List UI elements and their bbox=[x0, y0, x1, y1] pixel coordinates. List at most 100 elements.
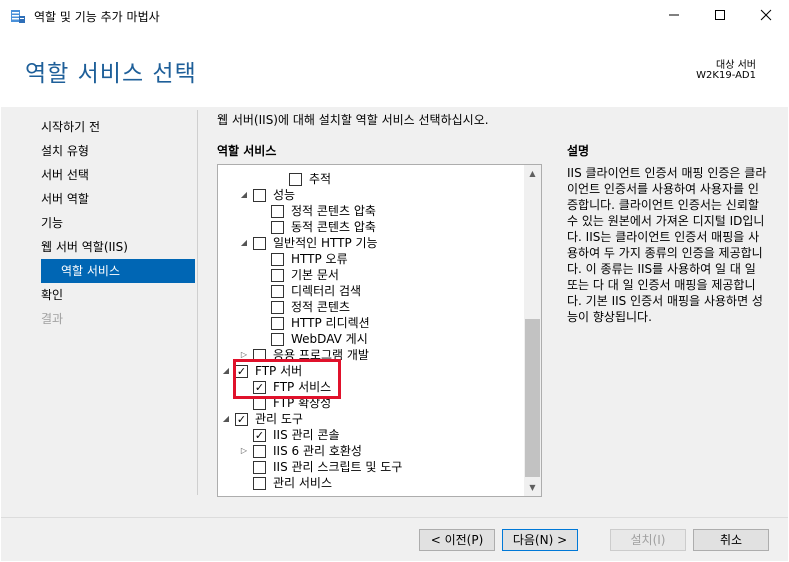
tree-item-label: 추적 bbox=[309, 172, 332, 186]
tree-item[interactable]: ◢ ✓ 관리 도구 bbox=[218, 411, 518, 427]
tree-item-label: 정적 콘텐츠 압축 bbox=[291, 204, 376, 218]
checkbox[interactable] bbox=[253, 461, 266, 474]
expanded-arrow-icon[interactable]: ◢ bbox=[221, 411, 231, 427]
scroll-thumb[interactable] bbox=[525, 319, 540, 477]
nav-item[interactable]: 시작하기 전 bbox=[41, 115, 195, 139]
tree-item[interactable]: 동적 콘텐츠 압축 bbox=[218, 219, 518, 235]
tree-item-label: 성능 bbox=[273, 188, 296, 202]
nav-item[interactable]: 기능 bbox=[41, 211, 195, 235]
maximize-icon bbox=[714, 9, 726, 24]
tree-item[interactable]: HTTP 오류 bbox=[218, 251, 518, 267]
close-button[interactable] bbox=[743, 0, 789, 32]
tree-item[interactable]: ▷ 응용 프로그램 개발 bbox=[218, 347, 518, 363]
collapsed-arrow-icon[interactable]: ▷ bbox=[239, 347, 249, 363]
checkbox[interactable] bbox=[253, 477, 266, 490]
window-title: 역할 및 기능 추가 마법사 bbox=[34, 10, 160, 24]
tree-item-label: WebDAV 게시 bbox=[291, 332, 368, 346]
tree-item-label: HTTP 오류 bbox=[291, 252, 348, 266]
tree-item[interactable]: ✓ FTP 서비스 bbox=[218, 379, 518, 395]
tree-item[interactable]: ▷ IIS 6 관리 호환성 bbox=[218, 443, 518, 459]
title-bar: 역할 및 기능 추가 마법사 bbox=[0, 0, 789, 32]
checkbox[interactable] bbox=[271, 253, 284, 266]
scroll-up-icon[interactable]: ▲ bbox=[524, 165, 541, 182]
checkbox[interactable] bbox=[271, 333, 284, 346]
tree-item-label: 응용 프로그램 개발 bbox=[273, 348, 369, 362]
tree-item-label: FTP 서버 bbox=[255, 364, 303, 378]
checkbox[interactable] bbox=[253, 237, 266, 250]
tree-scrollbar[interactable]: ▲ ▼ bbox=[524, 165, 541, 496]
next-button[interactable]: 다음(N) > bbox=[502, 529, 578, 551]
tree-item-label: 관리 서비스 bbox=[273, 476, 333, 490]
checkbox[interactable] bbox=[271, 301, 284, 314]
destination-server-label: 대상 서버 bbox=[716, 60, 756, 71]
tree-item[interactable]: 디렉터리 검색 bbox=[218, 283, 518, 299]
destination-server-name: W2K19-AD1 bbox=[696, 70, 756, 81]
tree-item[interactable]: WebDAV 게시 bbox=[218, 331, 518, 347]
checkbox[interactable] bbox=[271, 285, 284, 298]
tree-item-label: 일반적인 HTTP 기능 bbox=[273, 236, 378, 250]
tree-item[interactable]: ◢ 성능 bbox=[218, 187, 518, 203]
checkbox[interactable] bbox=[271, 317, 284, 330]
nav-item: 결과 bbox=[41, 312, 64, 326]
tree-item[interactable]: 정적 콘텐츠 bbox=[218, 299, 518, 315]
tree-item-label: 디렉터리 검색 bbox=[291, 284, 362, 298]
tree-item[interactable]: HTTP 리디렉션 bbox=[218, 315, 518, 331]
wizard-footer: < 이전(P) 다음(N) > 설치(I) 취소 bbox=[1, 517, 788, 561]
tree-item[interactable]: ◢ ✓ FTP 서버 bbox=[218, 363, 518, 379]
tree-item-label: IIS 6 관리 호환성 bbox=[273, 444, 362, 458]
roles-heading: 역할 서비스 bbox=[217, 144, 277, 158]
expanded-arrow-icon[interactable]: ◢ bbox=[221, 363, 231, 379]
nav-item[interactable]: 서버 역할 bbox=[41, 187, 195, 211]
checkbox[interactable]: ✓ bbox=[253, 429, 266, 442]
minimize-button[interactable] bbox=[651, 0, 697, 32]
tree-item[interactable]: ◢ 일반적인 HTTP 기능 bbox=[218, 235, 518, 251]
instruction-text: 웹 서버(IIS)에 대해 설치할 역할 서비스 선택하십시오. bbox=[217, 113, 489, 127]
nav-item[interactable]: 확인 bbox=[41, 283, 195, 307]
role-services-tree[interactable]: 추적 ◢ 성능 정적 콘텐츠 압축 동적 콘텐츠 압축 ◢ 일반적인 HTTP 기능 HTTP… bbox=[217, 164, 542, 497]
expanded-arrow-icon[interactable]: ◢ bbox=[239, 235, 249, 251]
minimize-icon bbox=[668, 9, 680, 24]
page-title: 역할 서비스 선택 bbox=[25, 61, 197, 87]
nav-divider bbox=[197, 110, 198, 495]
tree-item-label: FTP 확장성 bbox=[273, 396, 332, 410]
tree-item-label: FTP 서비스 bbox=[273, 380, 332, 394]
wizard-nav: 시작하기 전 설치 유형 서버 선택 서버 역할 기능 웹 서버 역할(IIS) 역할 서비… bbox=[41, 115, 195, 331]
nav-item[interactable]: 웹 서버 역할(IIS) bbox=[41, 235, 195, 259]
checkbox[interactable]: ✓ bbox=[253, 381, 266, 394]
checkbox[interactable] bbox=[253, 189, 266, 202]
tree-item-label: IIS 관리 스크립트 및 도구 bbox=[273, 460, 403, 474]
checkbox[interactable]: ✓ bbox=[235, 413, 248, 426]
tree-item-label: 정적 콘텐츠 bbox=[291, 300, 351, 314]
scroll-down-icon[interactable]: ▼ bbox=[524, 479, 541, 496]
tree-item-label: 관리 도구 bbox=[255, 412, 303, 426]
cancel-button[interactable]: 취소 bbox=[693, 529, 769, 551]
tree-item[interactable]: FTP 확장성 bbox=[218, 395, 518, 411]
tree-item[interactable]: 관리 서비스 bbox=[218, 475, 518, 491]
checkbox[interactable] bbox=[271, 269, 284, 282]
wizard-content: 시작하기 전 설치 유형 서버 선택 서버 역할 기능 웹 서버 역할(IIS) 역할 서비… bbox=[1, 107, 788, 517]
tree-item[interactable]: 정적 콘텐츠 압축 bbox=[218, 203, 518, 219]
expanded-arrow-icon[interactable]: ◢ bbox=[239, 187, 249, 203]
checkbox[interactable]: ✓ bbox=[235, 365, 248, 378]
collapsed-arrow-icon[interactable]: ▷ bbox=[239, 443, 249, 459]
tree-item[interactable]: IIS 관리 스크립트 및 도구 bbox=[218, 459, 518, 475]
nav-item[interactable]: 역할 서비스 bbox=[41, 259, 195, 283]
tree-item-label: IIS 관리 콘솔 bbox=[273, 428, 340, 442]
tree-item[interactable]: ✓ IIS 관리 콘솔 bbox=[218, 427, 518, 443]
wizard-header: 역할 서비스 선택 대상 서버 W2K19-AD1 bbox=[1, 32, 788, 107]
tree-item[interactable]: 기본 문서 bbox=[218, 267, 518, 283]
nav-item[interactable]: 서버 선택 bbox=[41, 163, 195, 187]
tree-item[interactable]: 추적 bbox=[218, 171, 518, 187]
description-text: IIS 클라이언트 인증서 매핑 인증은 클라이언트 인증서를 사용하여 사용자… bbox=[567, 166, 767, 324]
checkbox[interactable] bbox=[289, 173, 302, 186]
checkbox[interactable] bbox=[271, 221, 284, 234]
checkbox[interactable] bbox=[253, 397, 266, 410]
nav-item[interactable]: 설치 유형 bbox=[41, 139, 195, 163]
maximize-button[interactable] bbox=[697, 0, 743, 32]
checkbox[interactable] bbox=[253, 445, 266, 458]
install-button[interactable]: 설치(I) bbox=[610, 529, 686, 551]
previous-button[interactable]: < 이전(P) bbox=[419, 529, 495, 551]
checkbox[interactable] bbox=[271, 205, 284, 218]
description-heading: 설명 bbox=[567, 144, 590, 158]
checkbox[interactable] bbox=[253, 349, 266, 362]
